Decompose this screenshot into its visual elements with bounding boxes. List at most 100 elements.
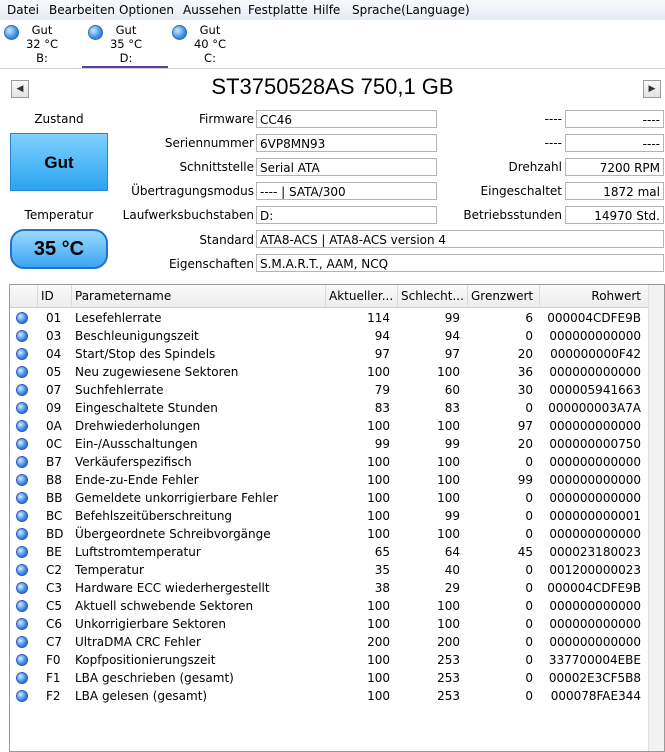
cell-name: Luftstromtemperatur: [75, 545, 201, 559]
cell-id: BB: [46, 491, 63, 505]
cell-worst: 100: [437, 473, 460, 487]
cell-name: Übergeordnete Schreibvorgänge: [75, 527, 271, 541]
cell-raw: 000000000000: [549, 635, 641, 649]
status-dot-icon: [16, 510, 28, 522]
table-row[interactable]: C7 UltraDMA CRC Fehler 200 200 0 000000000000: [10, 633, 650, 651]
interface-label: Schnittstelle: [179, 160, 254, 174]
cell-threshold: 0: [525, 635, 533, 649]
disk-tab-b[interactable]: Gut 32 °C B:: [2, 22, 82, 66]
table-row[interactable]: 07 Suchfehlerrate 79 60 30 000005941663: [10, 381, 650, 399]
table-row[interactable]: 0C Ein-/Ausschaltungen 99 99 20 000000000750: [10, 435, 650, 453]
disk-tab-d[interactable]: Gut 35 °C D:: [82, 22, 168, 68]
table-row[interactable]: C5 Aktuell schwebende Sektoren 100 100 0 0000…: [10, 597, 650, 615]
cell-current: 100: [367, 455, 390, 469]
menu-bearbeiten[interactable]: Bearbeiten: [49, 3, 115, 17]
col-id-header[interactable]: ID: [38, 285, 72, 307]
health-status-badge[interactable]: Gut: [10, 133, 108, 191]
menu-festplatte[interactable]: Festplatte: [248, 3, 308, 17]
cell-id: B7: [46, 455, 62, 469]
cell-current: 79: [374, 383, 390, 397]
features-field: S.M.A.R.T., AAM, NCQ: [256, 254, 664, 272]
cell-threshold: 6: [525, 311, 533, 325]
table-row[interactable]: 01 Lesefehlerrate 114 99 6 000004CDFE9B: [10, 309, 650, 327]
cell-id: B8: [46, 473, 62, 487]
reserved-label-1: ----: [544, 112, 562, 126]
status-dot-icon: [16, 456, 28, 468]
cell-threshold: 36: [517, 365, 533, 379]
table-row[interactable]: 09 Eingeschaltete Stunden 83 83 0 000000003A7…: [10, 399, 650, 417]
cell-id: C5: [46, 599, 63, 613]
table-row[interactable]: 04 Start/Stop des Spindels 97 97 20 000000000…: [10, 345, 650, 363]
table-row[interactable]: C2 Temperatur 35 40 0 001200000023: [10, 561, 650, 579]
cell-current: 65: [374, 545, 390, 559]
cell-id: 0C: [46, 437, 63, 451]
cell-raw: 000004CDFE9B: [547, 311, 641, 325]
col-raw-header[interactable]: Rohwert: [540, 285, 650, 307]
cell-worst: 97: [444, 347, 460, 361]
table-row[interactable]: F2 LBA gelesen (gesamt) 100 253 0 000078FAE34…: [10, 687, 650, 705]
table-row[interactable]: BB Gemeldete unkorrigierbare Fehler 100 100…: [10, 489, 650, 507]
disk-selector-bar: Gut 32 °C B: Gut 35 °C D: Gut 40 °C C:: [0, 20, 665, 69]
table-row[interactable]: 03 Beschleunigungszeit 94 94 0 000000000000: [10, 327, 650, 345]
cell-threshold: 97: [517, 419, 533, 433]
cell-name: Neu zugewiesene Sektoren: [75, 365, 239, 379]
col-name-header[interactable]: Parametername: [72, 285, 326, 307]
cell-raw: 000000000000: [549, 473, 641, 487]
cell-id: 09: [46, 401, 62, 415]
features-label: Eigenschaften: [168, 257, 254, 271]
cell-threshold: 0: [525, 581, 533, 595]
menu-sprache[interactable]: Sprache(Language): [352, 3, 470, 17]
cell-threshold: 0: [525, 653, 533, 667]
next-disk-button[interactable]: ▶: [643, 80, 661, 98]
cell-threshold: 0: [525, 671, 533, 685]
table-row[interactable]: 0A Drehwiederholungen 100 100 97 000000000000: [10, 417, 650, 435]
table-row[interactable]: F0 Kopfpositionierungszeit 100 253 0 33770000…: [10, 651, 650, 669]
menu-datei[interactable]: Datei: [7, 3, 39, 17]
cell-name: Beschleunigungszeit: [75, 329, 199, 343]
firmware-label: Firmware: [199, 112, 254, 126]
table-row[interactable]: F1 LBA geschrieben (gesamt) 100 253 0 00002E3…: [10, 669, 650, 687]
cell-raw: 000000000000: [549, 491, 641, 505]
table-row[interactable]: B7 Verkäuferspezifisch 100 100 0 000000000000: [10, 453, 650, 471]
status-dot-icon: [16, 690, 28, 702]
disk-status: Gut: [199, 23, 221, 37]
cell-current: 83: [374, 401, 390, 415]
col-worst-header[interactable]: Schlecht...: [398, 285, 468, 307]
col-current-header[interactable]: Aktueller...: [326, 285, 398, 307]
col-status-header[interactable]: [10, 285, 38, 307]
vertical-scrollbar[interactable]: [648, 285, 664, 751]
cell-id: C6: [46, 617, 63, 631]
table-row[interactable]: C3 Hardware ECC wiederhergestellt 38 29 0 000…: [10, 579, 650, 597]
table-row[interactable]: B8 Ende-zu-Ende Fehler 100 100 99 00000000000…: [10, 471, 650, 489]
serial-label: Seriennummer: [164, 136, 254, 150]
table-row[interactable]: BE Luftstromtemperatur 65 64 45 000023180023: [10, 543, 650, 561]
cell-worst: 99: [444, 509, 460, 523]
cell-worst: 100: [437, 491, 460, 505]
cell-name: Drehwiederholungen: [75, 419, 201, 433]
disk-tab-c[interactable]: Gut 40 °C C:: [170, 22, 250, 66]
col-threshold-header[interactable]: Grenzwert: [468, 285, 540, 307]
cell-threshold: 0: [525, 455, 533, 469]
cell-current: 100: [367, 527, 390, 541]
cell-worst: 100: [437, 599, 460, 613]
cell-worst: 100: [437, 527, 460, 541]
reserved-label-2: ----: [544, 136, 562, 150]
menu-optionen[interactable]: Optionen: [119, 3, 174, 17]
cell-raw: 000078FAE344: [550, 689, 641, 703]
table-row[interactable]: BD Übergeordnete Schreibvorgänge 100 100 0 00…: [10, 525, 650, 543]
table-row[interactable]: BC Befehlszeitüberschreitung 100 99 0 0000000…: [10, 507, 650, 525]
status-dot-icon: [16, 384, 28, 396]
table-row[interactable]: C6 Unkorrigierbare Sektoren 100 100 0 0000000…: [10, 615, 650, 633]
cell-id: C3: [46, 581, 63, 595]
cell-threshold: 20: [517, 347, 533, 361]
menu-aussehen[interactable]: Aussehen: [183, 3, 241, 17]
table-row[interactable]: 05 Neu zugewiesene Sektoren 100 100 36 000000…: [10, 363, 650, 381]
menu-hilfe[interactable]: Hilfe: [313, 3, 340, 17]
cell-worst: 83: [444, 401, 460, 415]
cell-raw: 001200000023: [549, 563, 641, 577]
status-dot-icon: [16, 492, 28, 504]
cell-raw: 000000000000: [549, 527, 641, 541]
cell-id: BD: [46, 527, 64, 541]
cell-id: 05: [46, 365, 62, 379]
cell-id: BE: [46, 545, 62, 559]
